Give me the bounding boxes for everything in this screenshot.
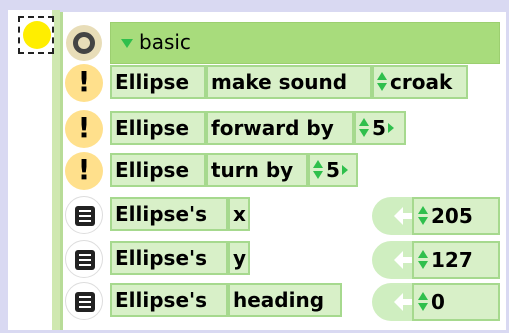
ring-icon (73, 32, 95, 54)
up-down-arrows-icon[interactable] (418, 249, 428, 271)
y-readout: 127 (372, 241, 500, 279)
readout-row-y: Ellipse's y 127 (62, 240, 502, 279)
command-handle[interactable]: ! (65, 110, 103, 148)
category-row: basic (62, 22, 502, 64)
category-label: basic (139, 30, 191, 54)
up-down-arrows-icon[interactable] (418, 291, 428, 313)
command-label-forward-by[interactable]: forward by (206, 111, 354, 145)
up-down-arrows-icon[interactable] (377, 71, 387, 93)
x-readout: 205 (372, 197, 500, 235)
x-value: 205 (431, 204, 473, 228)
command-label-turn-by[interactable]: turn by (206, 153, 308, 187)
command-handle[interactable]: ! (65, 64, 103, 102)
heading-value-field[interactable]: 0 (412, 283, 500, 321)
property-label-y[interactable]: y (228, 241, 250, 275)
object-tile[interactable]: Ellipse's (110, 241, 228, 275)
sound-selector[interactable]: croak (372, 65, 468, 99)
property-label-heading[interactable]: heading (228, 283, 342, 317)
forward-amount-value: 5 (372, 116, 386, 140)
object-tile[interactable]: Ellipse's (110, 283, 228, 317)
heading-value: 0 (431, 290, 445, 314)
turn-amount-value: 5 (326, 158, 340, 182)
object-thumbnail[interactable] (18, 16, 54, 54)
category-bar[interactable]: basic (110, 22, 500, 64)
command-row-make-sound: ! Ellipse make sound croak (62, 64, 502, 102)
heading-readout: 0 (372, 283, 500, 321)
list-icon (75, 250, 95, 270)
command-row-turn-by: ! Ellipse turn by 5 (62, 152, 502, 190)
readout-handle[interactable] (65, 196, 103, 234)
x-value-field[interactable]: 205 (412, 197, 500, 235)
exclamation-icon: ! (77, 65, 91, 98)
command-label-make-sound[interactable]: make sound (206, 65, 372, 99)
turn-amount-stepper[interactable]: 5 (308, 153, 358, 187)
command-row-forward-by: ! Ellipse forward by 5 (62, 110, 502, 148)
object-tile[interactable]: Ellipse's (110, 197, 228, 231)
left-strip (8, 10, 54, 330)
triangle-right-icon[interactable] (341, 164, 348, 175)
sound-value: croak (390, 70, 453, 94)
up-down-arrows-icon[interactable] (359, 117, 369, 139)
viewer-frame-edge (52, 10, 60, 330)
list-icon (75, 292, 95, 312)
object-tile[interactable]: Ellipse (110, 111, 206, 145)
up-down-arrows-icon[interactable] (418, 205, 428, 227)
triangle-right-icon[interactable] (387, 122, 394, 133)
exclamation-icon: ! (77, 111, 91, 144)
exclamation-icon: ! (77, 153, 91, 186)
ellipse-thumbnail-icon (23, 21, 51, 49)
property-label-x[interactable]: x (228, 197, 250, 231)
list-icon (75, 206, 95, 226)
up-down-arrows-icon[interactable] (313, 159, 323, 181)
readout-handle[interactable] (65, 240, 103, 278)
object-tile[interactable]: Ellipse (110, 153, 206, 187)
readout-handle[interactable] (65, 282, 103, 320)
category-handle[interactable] (66, 25, 102, 61)
y-value: 127 (431, 248, 473, 272)
readout-row-x: Ellipse's x 205 (62, 196, 502, 235)
readout-row-heading: Ellipse's heading 0 (62, 282, 502, 321)
object-tile[interactable]: Ellipse (110, 65, 206, 99)
y-value-field[interactable]: 127 (412, 241, 500, 279)
command-handle[interactable]: ! (65, 152, 103, 190)
triangle-down-icon[interactable] (121, 39, 133, 48)
forward-amount-stepper[interactable]: 5 (354, 111, 406, 145)
